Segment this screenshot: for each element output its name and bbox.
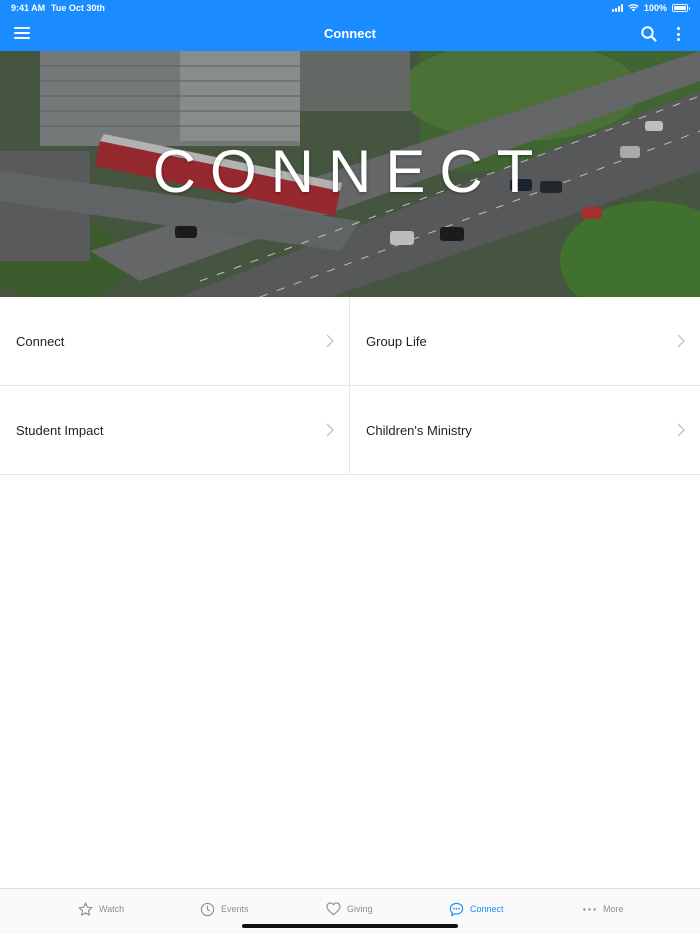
- tab-events[interactable]: Events: [200, 899, 249, 919]
- tab-label: Watch: [99, 904, 125, 914]
- tile-student-impact[interactable]: Student Impact: [0, 386, 350, 475]
- tab-label: Events: [221, 904, 249, 914]
- tile-label: Connect: [16, 334, 65, 349]
- hero-banner: CONNECT: [0, 51, 700, 297]
- tab-watch[interactable]: Watch: [78, 899, 124, 919]
- tile-connect[interactable]: Connect: [0, 297, 350, 386]
- tile-label: Student Impact: [16, 423, 104, 438]
- heart-icon: [326, 902, 341, 916]
- status-time: 9:41 AM: [11, 3, 46, 13]
- search-icon[interactable]: [640, 25, 658, 43]
- tab-label: Giving: [347, 904, 373, 914]
- chevron-right-icon: [326, 334, 334, 348]
- app-header: 9:41 AM Tue Oct 30th 100% Connect: [0, 0, 700, 51]
- battery-icon: [672, 4, 690, 12]
- star-icon: [78, 902, 93, 916]
- status-date: Tue Oct 30th: [51, 3, 105, 13]
- status-indicators: 100%: [611, 2, 690, 14]
- chevron-right-icon: [677, 423, 685, 437]
- nav-bar: Connect: [0, 17, 700, 51]
- clock-icon: [200, 902, 215, 916]
- tab-label: More: [603, 904, 624, 914]
- hero-title: CONNECT: [152, 138, 548, 205]
- tile-group-life[interactable]: Group Life: [350, 297, 700, 386]
- status-bar: 9:41 AM Tue Oct 30th 100%: [0, 0, 700, 17]
- tile-label: Group Life: [366, 334, 427, 349]
- tab-connect[interactable]: Connect: [449, 899, 504, 919]
- battery-percent: 100%: [643, 3, 667, 13]
- tab-more[interactable]: More: [582, 899, 624, 919]
- ellipsis-icon: [583, 907, 596, 911]
- home-indicator: [242, 924, 458, 928]
- kebab-icon[interactable]: [671, 25, 685, 43]
- page-title: Connect: [324, 26, 376, 41]
- tab-label: Connect: [470, 904, 504, 914]
- chat-bubble-icon: [449, 902, 464, 917]
- chevron-right-icon: [326, 423, 334, 437]
- wifi-icon: [628, 4, 639, 12]
- cellular-signal-icon: [611, 4, 623, 12]
- chevron-right-icon: [677, 334, 685, 348]
- tile-childrens-ministry[interactable]: Children's Ministry: [350, 386, 700, 475]
- tab-giving[interactable]: Giving: [326, 899, 373, 919]
- ministry-grid: Connect Group Life Student Impact Childr…: [0, 297, 700, 475]
- tile-label: Children's Ministry: [366, 423, 472, 438]
